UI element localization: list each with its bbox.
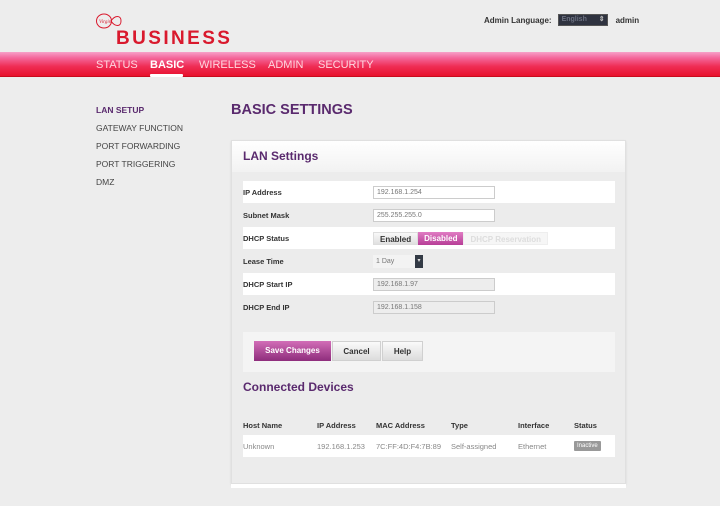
nav-admin[interactable]: ADMIN: [268, 59, 303, 71]
nav-security[interactable]: SECURITY: [318, 59, 374, 71]
action-bar: Save Changes Cancel Help: [243, 332, 615, 372]
panel-footer: [231, 484, 626, 488]
ip-address-label: IP Address: [243, 188, 282, 197]
column-header-type: Type: [451, 421, 468, 430]
top-header: Virgin BUSINESS Admin Language: English …: [0, 0, 720, 52]
column-header-host: Host Name: [243, 421, 283, 430]
device-host: Unknown: [243, 442, 275, 451]
brand-name: BUSINESS: [116, 28, 233, 49]
subnet-mask-input[interactable]: 255.255.255.0: [373, 209, 495, 222]
column-header-mac: MAC Address: [376, 421, 425, 430]
dhcp-reservation-button[interactable]: DHCP Reservation: [463, 232, 549, 245]
user-menu[interactable]: admin: [616, 16, 640, 25]
active-tab-indicator: [150, 74, 183, 77]
dhcp-status-label: DHCP Status: [243, 234, 290, 243]
connected-devices-title: Connected Devices: [243, 380, 354, 394]
lease-time-select[interactable]: 1 Day: [373, 255, 415, 268]
admin-language: Admin Language: English ⇕ admin: [484, 14, 639, 26]
language-label: Admin Language:: [484, 15, 552, 25]
sidebar-item-lan-setup[interactable]: LAN SETUP: [96, 105, 144, 115]
status-badge: Inactive: [574, 441, 601, 451]
column-header-interface: Interface: [518, 421, 550, 430]
chevron-down-icon[interactable]: ▾: [415, 255, 423, 268]
device-mac: 7C:FF:4D:F4:7B:89: [376, 442, 442, 451]
column-header-ip: IP Address: [317, 421, 356, 430]
dhcp-start-label: DHCP Start IP: [243, 280, 293, 289]
cancel-button[interactable]: Cancel: [332, 341, 381, 361]
subnet-mask-label: Subnet Mask: [243, 211, 290, 220]
dhcp-end-row: DHCP End IP 192.168.1.158: [243, 296, 615, 318]
sidebar-item-dmz[interactable]: DMZ: [96, 177, 114, 187]
help-button[interactable]: Help: [382, 341, 423, 361]
device-ip: 192.168.1.253: [317, 442, 365, 451]
lan-settings-title: LAN Settings: [243, 149, 319, 163]
dhcp-start-row: DHCP Start IP 192.168.1.97: [243, 273, 615, 295]
device-interface: Ethernet: [518, 442, 547, 451]
nav-basic[interactable]: BASIC: [150, 59, 184, 71]
dhcp-status-row: DHCP Status Enabled Disabled DHCP Reserv…: [243, 227, 615, 249]
lease-time-row: Lease Time 1 Day ▾: [243, 250, 615, 272]
dhcp-start-input[interactable]: 192.168.1.97: [373, 278, 495, 291]
chevron-down-icon: ⇕: [598, 16, 605, 23]
dhcp-status-toggle: Enabled Disabled DHCP Reservation: [373, 232, 549, 245]
language-select[interactable]: English ⇕: [557, 14, 608, 26]
dhcp-disabled-button[interactable]: Disabled: [418, 232, 464, 245]
ip-address-input[interactable]: 192.168.1.254: [373, 186, 495, 199]
brand-logo[interactable]: Virgin BUSINESS: [95, 11, 235, 51]
dhcp-end-label: DHCP End IP: [243, 303, 290, 312]
main-nav: STATUS BASIC WIRELESS ADMIN SECURITY: [0, 52, 720, 77]
column-header-status: Status: [574, 421, 597, 430]
nav-status[interactable]: STATUS: [96, 59, 138, 71]
dhcp-enabled-button[interactable]: Enabled: [373, 232, 419, 245]
save-changes-button[interactable]: Save Changes: [254, 341, 331, 361]
page-title: BASIC SETTINGS: [231, 102, 353, 118]
sidebar-item-port-triggering[interactable]: PORT TRIGGERING: [96, 159, 175, 169]
panel-header: LAN Settings: [232, 141, 625, 172]
lan-settings-panel: LAN Settings IP Address 192.168.1.254 Su…: [231, 140, 626, 484]
ip-address-row: IP Address 192.168.1.254: [243, 181, 615, 203]
svg-text:Virgin: Virgin: [99, 20, 112, 25]
table-row: Unknown 192.168.1.253 7C:FF:4D:F4:7B:89 …: [243, 435, 615, 457]
nav-wireless[interactable]: WIRELESS: [199, 59, 256, 71]
subnet-mask-row: Subnet Mask 255.255.255.0: [243, 204, 615, 226]
sidebar-item-port-forwarding[interactable]: PORT FORWARDING: [96, 141, 180, 151]
device-type: Self-assigned: [451, 442, 497, 451]
sidebar-item-gateway-function[interactable]: GATEWAY FUNCTION: [96, 123, 183, 133]
dhcp-end-input[interactable]: 192.168.1.158: [373, 301, 495, 314]
lease-time-label: Lease Time: [243, 257, 284, 266]
